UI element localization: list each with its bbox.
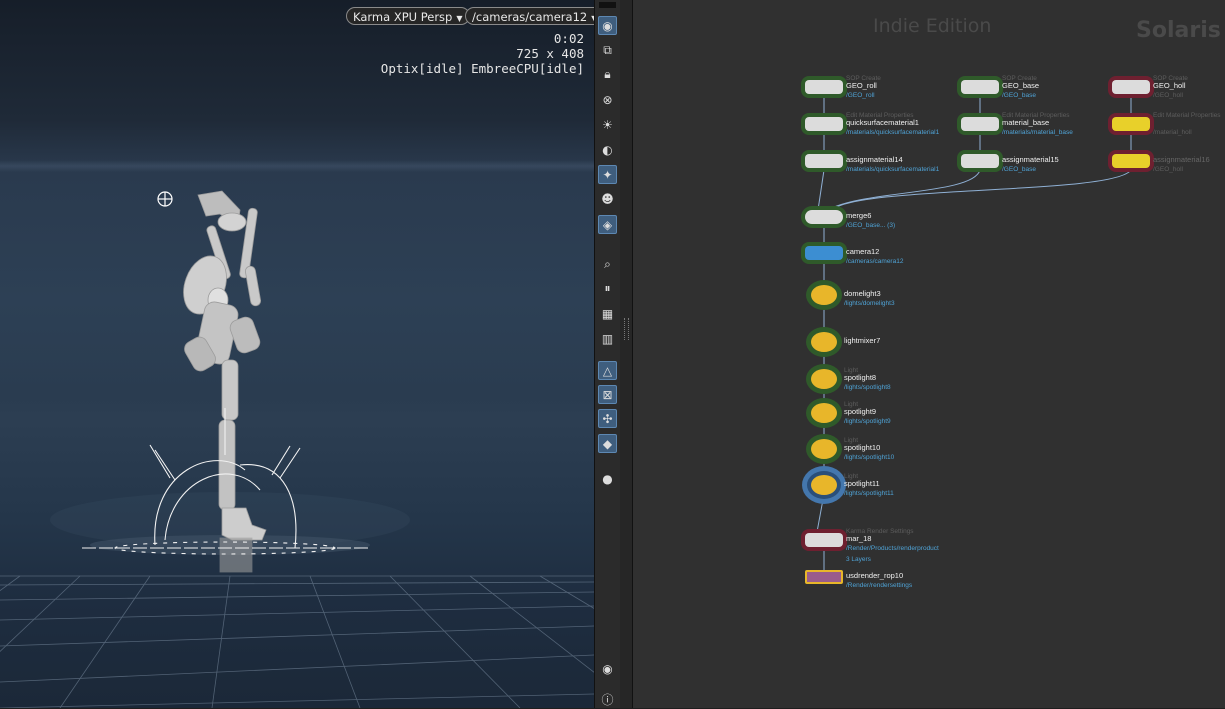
info-icon[interactable]: ⓘ bbox=[598, 690, 617, 709]
node-assignmaterial16[interactable] bbox=[1112, 154, 1150, 168]
node-path-label: /materials/quicksurfacematerial1 bbox=[846, 129, 940, 136]
pause-icon[interactable]: ⏸︎ bbox=[598, 279, 617, 298]
node-name-label: material_base bbox=[1002, 118, 1050, 127]
render-resolution: 725 x 408 bbox=[516, 46, 584, 61]
node-quicksurfacematerial1[interactable] bbox=[805, 117, 843, 131]
node-path-label: /cameras/camera12 bbox=[846, 258, 904, 265]
display-options-icon[interactable]: ◉ bbox=[598, 16, 617, 35]
background-icon[interactable]: ◐ bbox=[598, 140, 617, 159]
node-spotlight9[interactable] bbox=[811, 403, 837, 423]
camera-icon[interactable]: ⌕ bbox=[598, 255, 617, 274]
engine-status: Optix[idle] EmbreeCPU[idle] bbox=[380, 61, 584, 76]
shadows-icon[interactable]: ◈ bbox=[598, 215, 617, 234]
node-path-label: /Render/rendersettings bbox=[846, 582, 913, 589]
node-name-label: spotlight8 bbox=[844, 373, 877, 382]
node-name-label: GEO_roll bbox=[846, 81, 877, 90]
node-name-label: mar_18 bbox=[846, 534, 872, 543]
node-name-label: spotlight11 bbox=[844, 479, 880, 488]
node-path-label: /GEO_holl bbox=[1153, 92, 1183, 99]
node-path-label: /GEO_base... (3) bbox=[846, 222, 896, 229]
node-name-label: spotlight9 bbox=[844, 407, 877, 416]
node-path-label: /GEO_roll bbox=[846, 92, 875, 99]
node-material_base[interactable] bbox=[961, 117, 999, 131]
node-name-label: GEO_base bbox=[1002, 81, 1040, 90]
network-editor[interactable]: Indie Edition Solaris SOP Create GEO_roll… bbox=[633, 0, 1225, 708]
node-spotlight11[interactable] bbox=[811, 475, 837, 495]
node-path-label: /GEO_base bbox=[1002, 92, 1036, 99]
node-path-label: /GEO_holl bbox=[1153, 166, 1183, 173]
camera-path-label: /cameras/camera12 bbox=[472, 10, 588, 24]
node-material-holl[interactable] bbox=[1112, 117, 1150, 131]
node-name-label: merge6 bbox=[846, 211, 872, 220]
node-GEO_holl[interactable] bbox=[1112, 80, 1150, 94]
node-name-label: GEO_holl bbox=[1153, 81, 1186, 90]
ambient-occlusion-icon[interactable]: ● bbox=[598, 469, 617, 488]
node-name-label: camera12 bbox=[846, 247, 880, 256]
render-layers-icon[interactable]: ▥ bbox=[598, 329, 617, 348]
node-type-label: Edit Material Properties bbox=[1153, 112, 1221, 119]
render-time: 0:02 bbox=[553, 31, 584, 46]
node-path-label: /lights/spotlight11 bbox=[844, 490, 894, 497]
camera-menu[interactable]: /cameras/camera12▼ bbox=[465, 7, 594, 25]
node-path-label: /lights/spotlight9 bbox=[844, 418, 891, 425]
node-name-label: domelight3 bbox=[844, 289, 881, 298]
node-graph bbox=[633, 0, 1225, 708]
eye-icon[interactable]: ◉ bbox=[598, 659, 617, 678]
viewport-toolbar: ◉ ⧉ 🔒︎ ⊗ ☀︎ ◐ ✦ ☻ ◈ ⌕ ⏸︎ ▦ ▥ △ ⊠ ✣ ◆ ● ◉… bbox=[594, 0, 621, 708]
node-path-label: /lights/spotlight10 bbox=[844, 454, 895, 461]
ghost-icon[interactable]: ⊗ bbox=[598, 90, 617, 109]
node-assignmaterial15[interactable] bbox=[961, 154, 999, 168]
toolbar-top-arrow[interactable] bbox=[599, 2, 616, 8]
point-light-icon[interactable]: ✦ bbox=[598, 165, 617, 184]
node-GEO_roll[interactable] bbox=[805, 80, 843, 94]
headlight-icon[interactable]: ☀︎ bbox=[598, 115, 617, 134]
node-path-label: /material_holl bbox=[1153, 129, 1192, 136]
node-path-label: /materials/material_base bbox=[1002, 129, 1073, 136]
renderer-label: Karma XPU bbox=[353, 10, 418, 24]
node-merge6[interactable] bbox=[805, 210, 843, 224]
pane-splitter[interactable] bbox=[620, 0, 633, 708]
splitter-grip[interactable] bbox=[624, 318, 629, 340]
node-lightmixer7[interactable] bbox=[811, 332, 837, 352]
node-spotlight10[interactable] bbox=[811, 439, 837, 459]
mask-icon[interactable]: ◆ bbox=[598, 434, 617, 453]
node-GEO_base[interactable] bbox=[961, 80, 999, 94]
ground-grid bbox=[0, 575, 594, 708]
node-name-label: assignmaterial14 bbox=[846, 155, 903, 164]
node-camera12[interactable] bbox=[805, 246, 843, 260]
node-path-label: /materials/quicksurfacematerial1 bbox=[846, 166, 940, 173]
focus-target-icon[interactable] bbox=[157, 191, 173, 207]
scene-viewport[interactable]: Karma XPU Persp▼ /cameras/camera12▼ 0:02… bbox=[0, 0, 594, 708]
node-domelight3[interactable] bbox=[811, 285, 837, 305]
node-assignmaterial14[interactable] bbox=[805, 154, 843, 168]
snapping-icon[interactable]: ⧉ bbox=[598, 41, 617, 60]
viewport-scene bbox=[0, 190, 594, 708]
object-display-icon[interactable]: ▦ bbox=[598, 304, 617, 323]
node-extra-label: 3 Layers bbox=[846, 556, 871, 563]
node-name-label: usdrender_rop10 bbox=[846, 571, 904, 580]
node-usdrender_rop10[interactable] bbox=[805, 570, 843, 584]
node-name-label: lightmixer7 bbox=[844, 336, 881, 345]
view-mode-label: Persp bbox=[420, 10, 453, 24]
lock-camera-icon[interactable]: 🔒︎ bbox=[598, 65, 617, 84]
gizmo-icon[interactable]: ☻ bbox=[598, 189, 617, 208]
node-name-label: quicksurfacematerial1 bbox=[846, 118, 919, 127]
bounding-box-icon[interactable]: ⊠ bbox=[598, 385, 617, 404]
node-name-label: assignmaterial16 bbox=[1153, 155, 1210, 164]
node-path-label: /GEO_base bbox=[1002, 166, 1036, 173]
chevron-down-icon: ▼ bbox=[456, 14, 463, 23]
normals-icon[interactable]: △ bbox=[598, 361, 617, 380]
node-spotlight8[interactable] bbox=[811, 369, 837, 389]
node-path-label: /lights/spotlight8 bbox=[844, 384, 891, 391]
wire-icon[interactable]: ✣ bbox=[598, 409, 617, 428]
node-path-label: /Render/Products/renderproduct bbox=[846, 545, 939, 552]
node-name-label: assignmaterial15 bbox=[1002, 155, 1059, 164]
node-mar_18[interactable] bbox=[805, 533, 843, 547]
node-name-label: spotlight10 bbox=[844, 443, 881, 452]
node-path-label: /lights/domelight3 bbox=[844, 300, 895, 307]
renderer-menu[interactable]: Karma XPU Persp ▼ bbox=[346, 7, 470, 25]
